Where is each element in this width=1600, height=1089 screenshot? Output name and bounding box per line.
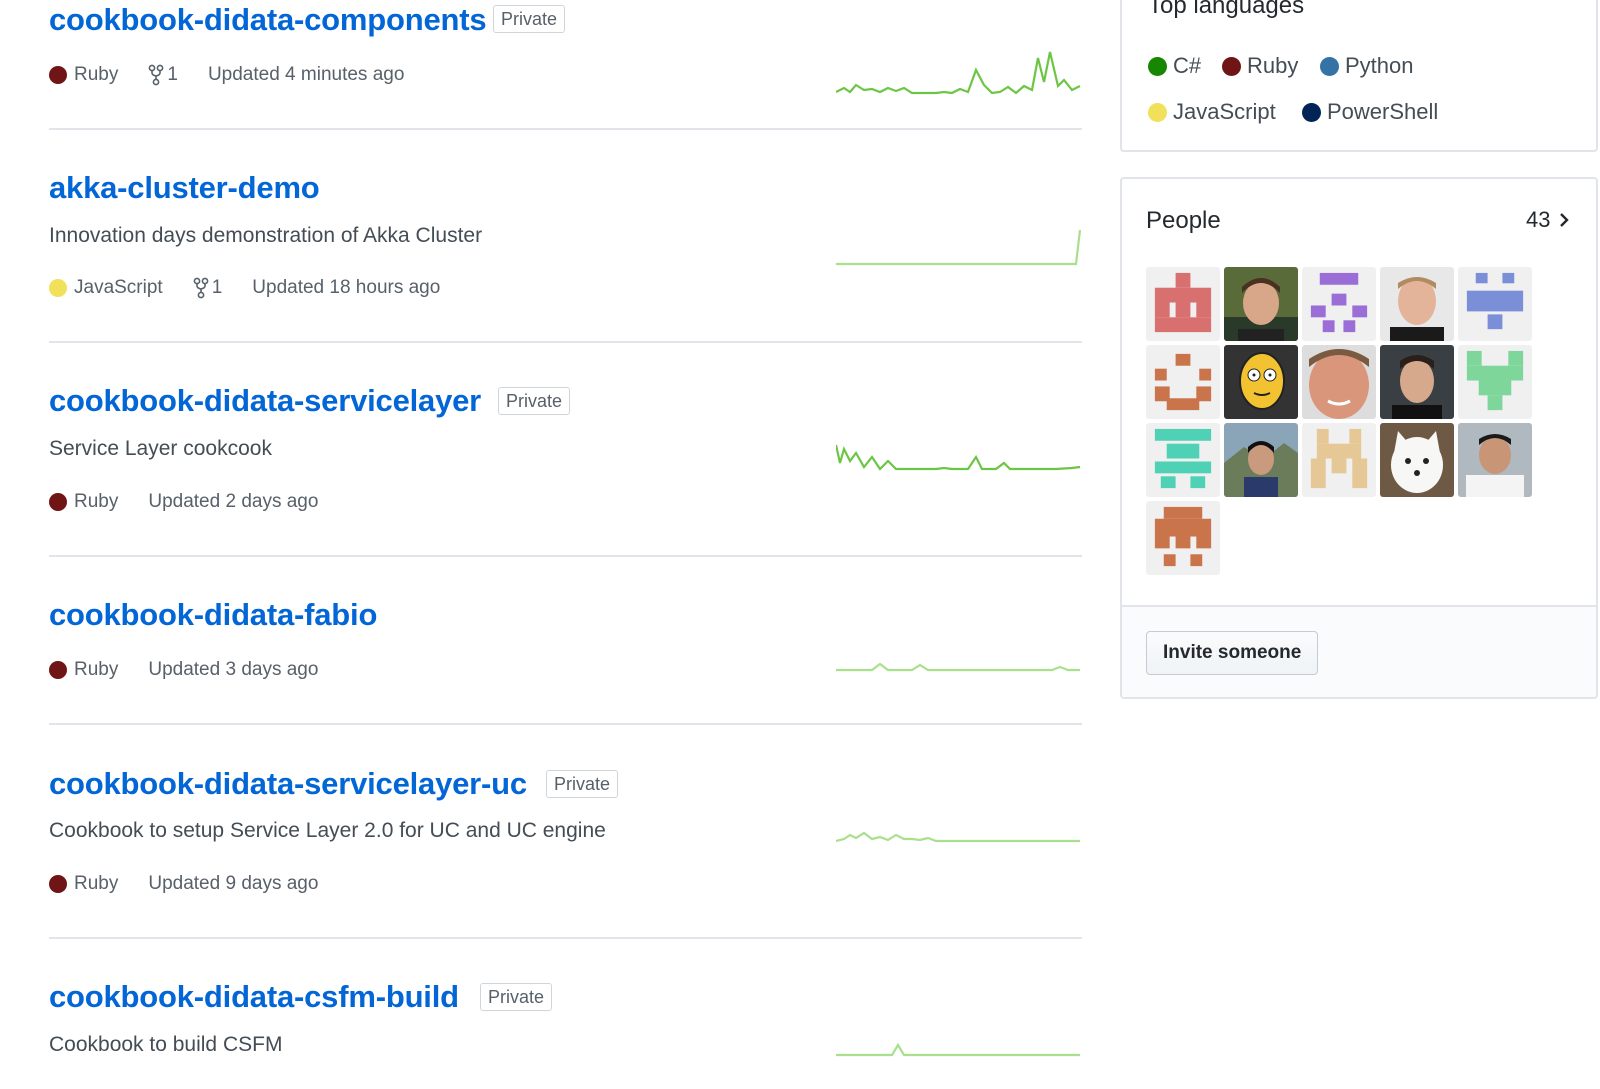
repo-description: Innovation days demonstration of Akka Cl… [49, 224, 483, 247]
language-name: C# [1173, 53, 1202, 78]
repo-language: Ruby [49, 659, 118, 681]
private-badge: Private [493, 5, 566, 33]
private-badge: Private [546, 770, 619, 798]
language-color-dot [49, 661, 67, 679]
language-color-dot [49, 493, 67, 511]
fork-count: 1 [167, 64, 178, 85]
language-color-dot [49, 279, 67, 297]
repo-meta: Ruby Updated 9 days ago [49, 873, 318, 895]
repo-list-item: akka-cluster-demo Innovation days demons… [49, 128, 1082, 343]
language-color-dot [1302, 102, 1321, 122]
repo-description: Cookbook to build CSFM [49, 1033, 283, 1056]
updated-time: Updated 3 days ago [148, 659, 319, 680]
member-avatar[interactable] [1380, 267, 1454, 341]
member-avatar[interactable] [1380, 423, 1454, 497]
member-avatar[interactable] [1302, 267, 1376, 341]
language-legend-item: Ruby [1222, 53, 1298, 79]
repo-meta: JavaScript 1 Updated 18 hours ago [49, 277, 440, 299]
invite-someone-button[interactable]: Invite someone [1146, 631, 1319, 675]
language-name: JavaScript [1173, 99, 1276, 124]
updated-time: Updated 2 days ago [148, 491, 319, 512]
people-box-footer: Invite someone [1122, 605, 1596, 697]
top-languages-box: Top languages C# Ruby Python JavaScript … [1120, 0, 1598, 152]
member-avatar[interactable] [1380, 345, 1454, 419]
repo-meta: Ruby Updated 2 days ago [49, 491, 318, 513]
updated-time: Updated 9 days ago [148, 873, 319, 894]
repo-name-link[interactable]: cookbook-didata-servicelayer [49, 383, 481, 419]
repo-name-link[interactable]: cookbook-didata-servicelayer-uc [49, 766, 527, 802]
repo-list-item: cookbook-didata-fabio Ruby Updated 3 day… [49, 555, 1082, 725]
member-avatar[interactable] [1458, 345, 1532, 419]
member-avatar[interactable] [1224, 423, 1298, 497]
repo-language: JavaScript [49, 277, 163, 299]
language-name: PowerShell [1327, 99, 1439, 124]
member-avatar[interactable] [1146, 267, 1220, 341]
repo-name-link[interactable]: akka-cluster-demo [49, 170, 320, 206]
member-avatar[interactable] [1224, 345, 1298, 419]
member-avatar[interactable] [1146, 501, 1220, 575]
chevron-right-icon [1560, 213, 1570, 227]
private-badge: Private [498, 387, 571, 415]
language-legend-item: Python [1320, 53, 1414, 79]
language-legend-item: PowerShell [1302, 99, 1438, 125]
repo-list-item: cookbook-didata-servicelayer Private Ser… [49, 341, 1082, 557]
language-color-dot [1148, 102, 1167, 122]
activity-sparkline [836, 51, 1081, 95]
language-color-dot [49, 875, 67, 893]
language-name: Python [1345, 53, 1414, 78]
member-avatar[interactable] [1146, 345, 1220, 419]
repo-name-link[interactable]: cookbook-didata-fabio [49, 597, 377, 633]
language-legend-item: JavaScript [1148, 99, 1276, 125]
language-name: Ruby [74, 64, 119, 85]
member-avatar[interactable] [1458, 423, 1532, 497]
repo-language: Ruby [49, 64, 118, 86]
language-name: Ruby [74, 491, 119, 512]
member-avatar[interactable] [1146, 423, 1220, 497]
fork-icon [193, 277, 209, 299]
repo-language: Ruby [49, 491, 118, 513]
private-badge: Private [480, 983, 553, 1011]
repo-meta: Ruby 1 Updated 4 minutes ago [49, 64, 404, 86]
member-avatar[interactable] [1302, 423, 1376, 497]
language-legend-item: C# [1148, 53, 1201, 79]
fork-count-link[interactable]: 1 [193, 277, 223, 299]
top-languages-title: Top languages [1148, 0, 1305, 19]
activity-sparkline [836, 444, 1081, 471]
fork-count: 1 [211, 277, 223, 298]
language-color-dot [1320, 56, 1339, 76]
people-count-link[interactable]: 43 [1526, 207, 1571, 233]
repo-description: Service Layer cookcook [49, 437, 272, 460]
language-name: JavaScript [74, 277, 163, 298]
fork-icon [148, 64, 164, 86]
repo-meta: Ruby Updated 3 days ago [49, 659, 318, 681]
language-color-dot [1148, 56, 1167, 76]
people-title-link[interactable]: People [1146, 207, 1221, 235]
member-avatar[interactable] [1302, 345, 1376, 419]
repo-name-link[interactable]: cookbook-didata-components [49, 2, 487, 38]
activity-sparkline [836, 831, 1080, 843]
repo-list-item: cookbook-didata-components Private Ruby … [49, 0, 1082, 130]
repo-language: Ruby [49, 873, 118, 895]
language-color-dot [49, 66, 67, 84]
updated-time: Updated 4 minutes ago [207, 64, 405, 85]
repo-description: Cookbook to setup Service Layer 2.0 for … [49, 819, 606, 842]
repo-list-item: cookbook-didata-servicelayer-uc Private … [49, 723, 1082, 939]
language-name: Ruby [74, 659, 119, 680]
language-name: Ruby [74, 873, 119, 894]
people-box: People 43 Invite someone [1120, 177, 1598, 699]
member-avatar[interactable] [1458, 267, 1532, 341]
repo-name-link[interactable]: cookbook-didata-csfm-build [49, 979, 459, 1015]
language-color-dot [1222, 56, 1241, 76]
repo-list-item: cookbook-didata-csfm-build Private Cookb… [49, 937, 1082, 1079]
activity-sparkline [836, 662, 1080, 672]
activity-sparkline [836, 229, 1082, 266]
updated-time: Updated 18 hours ago [252, 277, 441, 298]
member-avatar[interactable] [1224, 267, 1298, 341]
language-name: Ruby [1247, 53, 1299, 78]
people-count: 43 [1526, 207, 1551, 232]
fork-count-link[interactable]: 1 [148, 64, 178, 86]
